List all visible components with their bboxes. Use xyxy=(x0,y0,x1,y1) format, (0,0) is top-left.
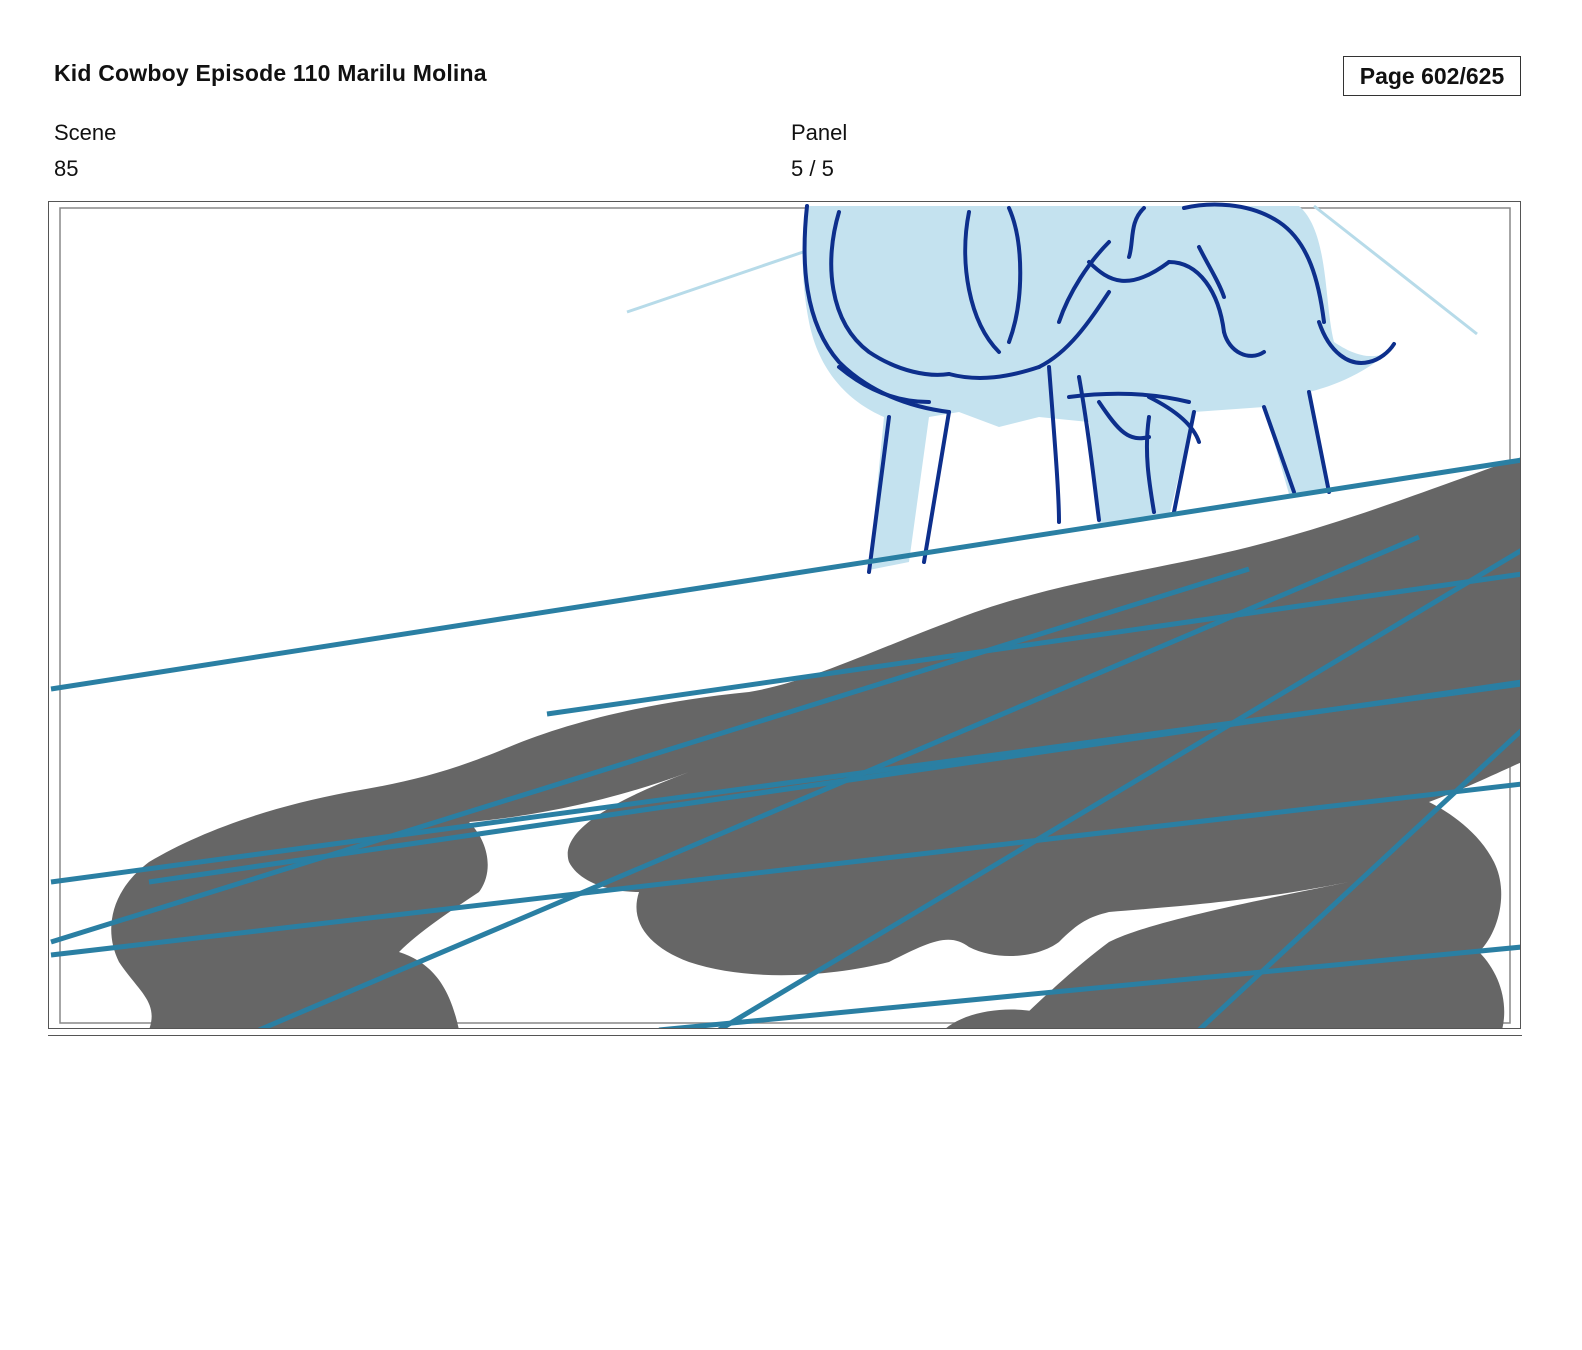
scene-number: 85 xyxy=(54,156,79,181)
page-bottom-rule xyxy=(48,1035,1522,1036)
panel-number: 5 / 5 xyxy=(791,156,834,181)
scene-label: Scene xyxy=(54,120,117,145)
storyboard-panel-frame xyxy=(48,201,1521,1029)
panel-label: Panel xyxy=(791,120,848,145)
storyboard-sketch xyxy=(50,202,1520,1028)
document-title: Kid Cowboy Episode 110 Marilu Molina xyxy=(54,60,487,86)
horse-body xyxy=(802,206,1389,570)
horse-figure xyxy=(802,202,1396,574)
page-indicator: Page 602/625 xyxy=(1343,56,1521,96)
ground-shadow xyxy=(111,457,1520,1028)
